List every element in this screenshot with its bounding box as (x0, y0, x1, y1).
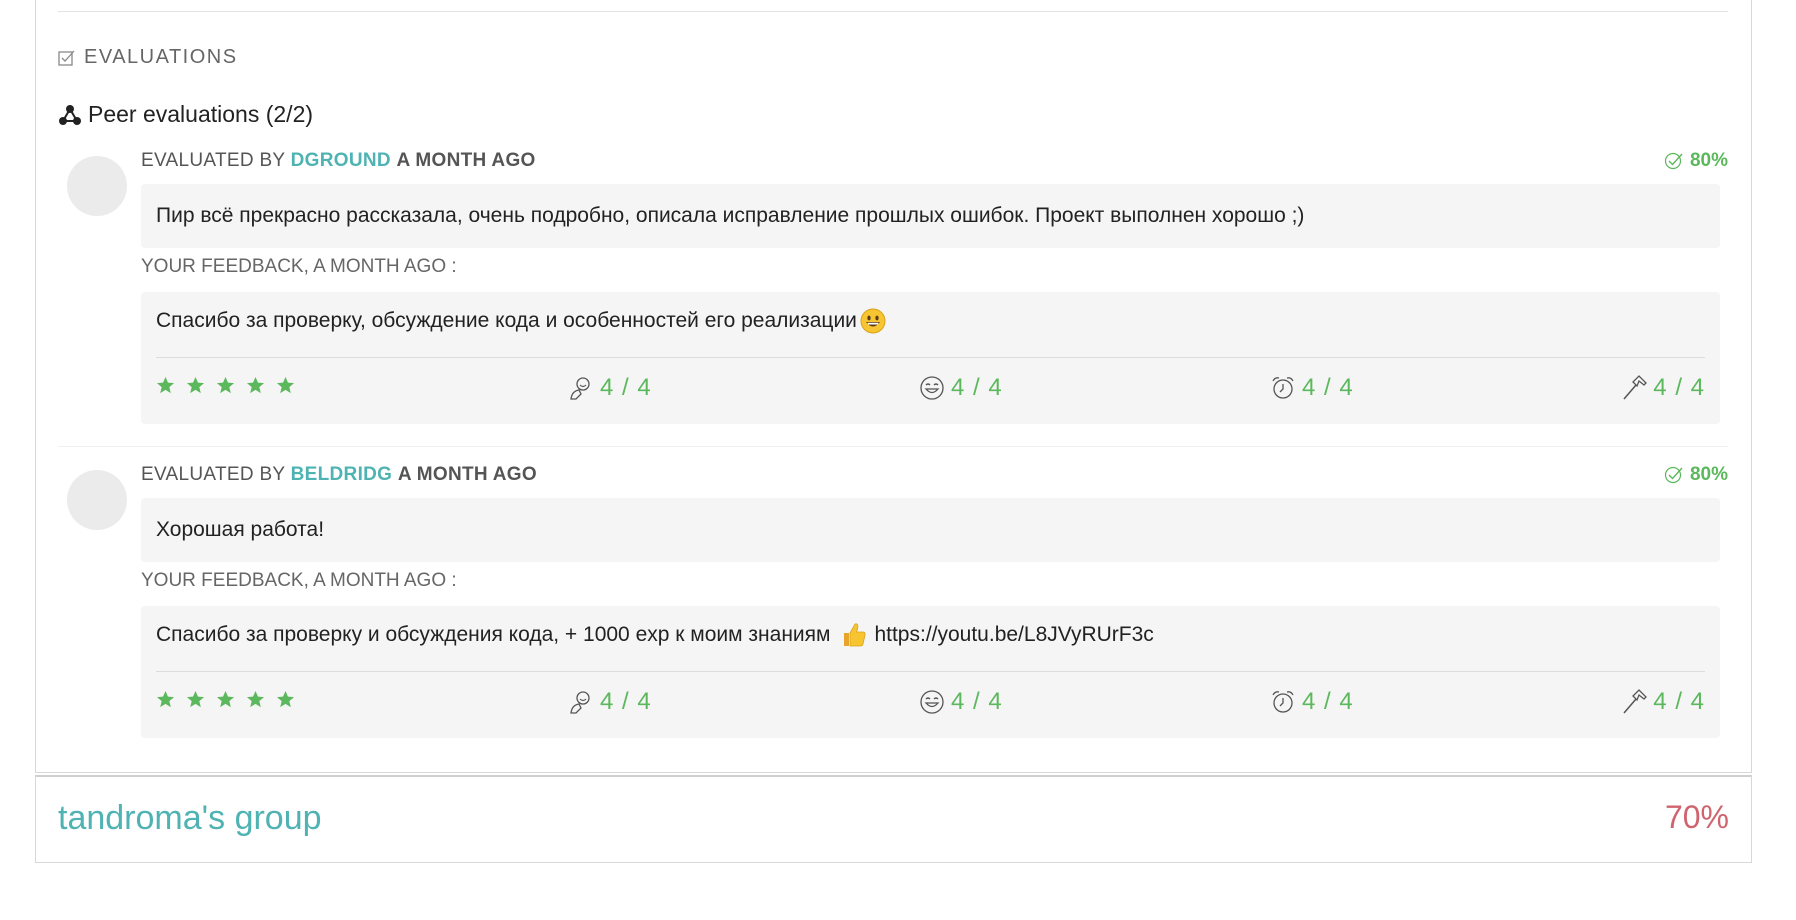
evaluator-login-link[interactable]: BELDRIDG (291, 464, 393, 485)
metric-nice: 4 / 4 (919, 688, 1003, 716)
star-icon (156, 376, 175, 394)
evaluator-login-link[interactable]: DGROUND (291, 150, 391, 171)
evaluation-grade: 80% (1664, 150, 1728, 172)
evaluator-comment: Хорошая работа! (141, 498, 1720, 562)
feedback-link[interactable]: https://youtu.be/L8JVyRUrF3c (874, 623, 1153, 647)
grinning-face-emoji (860, 308, 886, 334)
group-percent: 70% (1664, 799, 1729, 835)
feedback-box: Спасибо за проверку и обсуждения кода, +… (141, 606, 1720, 738)
thumbs-up-emoji (844, 623, 866, 647)
checkbox-icon (58, 50, 75, 66)
feedback-box: Спасибо за проверку, обсуждение кода и о… (141, 292, 1720, 424)
hammer-icon (1623, 689, 1648, 714)
grade-value: 80% (1689, 150, 1728, 171)
metric-rigor: 4 / 4 (1621, 374, 1705, 402)
section-title: EVALUATIONS (84, 46, 238, 68)
star-icon (186, 690, 205, 708)
metric-value: 4 / 4 (1653, 374, 1705, 401)
alarm-clock-icon (1272, 691, 1294, 713)
metric-value: 4 / 4 (951, 688, 1003, 715)
feedback-text: Спасибо за проверку и обсуждения кода, +… (156, 623, 831, 646)
evaluation-time: A MONTH AGO (397, 464, 537, 485)
evaluated-by-label: EVALUATED BY (141, 464, 286, 485)
peer-evaluations-title: Peer evaluations (2/2) (88, 101, 314, 127)
metric-value: 4 / 4 (600, 688, 652, 715)
evaluator-comment: Пир всё прекрасно рассказала, очень подр… (141, 184, 1720, 248)
smile-icon (920, 690, 944, 714)
metric-value: 4 / 4 (600, 374, 652, 401)
divider (156, 357, 1705, 358)
network-icon (59, 104, 81, 125)
section-header: EVALUATIONS (58, 46, 238, 69)
feedback-text-row: Спасибо за проверку и обсуждения кода, +… (156, 621, 1154, 649)
star-icon (276, 376, 295, 394)
feedback-text-row: Спасибо за проверку, обсуждение кода и о… (156, 307, 887, 335)
hammer-icon (1623, 375, 1648, 400)
star-icon (216, 376, 235, 394)
metric-punctuality: 4 / 4 (1270, 688, 1354, 716)
divider (58, 446, 1728, 447)
check-circle-icon (1664, 466, 1683, 484)
star-icon (216, 690, 235, 708)
evaluation-item: EVALUATED BY DGROUND A MONTH AGO 80% Пир… (58, 146, 1728, 446)
interest-icon (570, 377, 590, 400)
star-icon (246, 376, 265, 394)
star-icon (156, 690, 175, 708)
group-name-link[interactable]: tandroma's group (58, 799, 322, 838)
evaluation-time: A MONTH AGO (396, 150, 536, 171)
metric-interest: 4 / 4 (568, 688, 652, 716)
peer-evaluations-header: Peer evaluations (2/2) (58, 101, 313, 128)
evaluation-grade: 80% (1664, 464, 1728, 486)
evaluation-item: EVALUATED BY BELDRIDG A MONTH AGO 80% Хо… (58, 460, 1728, 745)
feedback-label: YOUR FEEDBACK, A MONTH AGO : (141, 570, 457, 591)
evaluated-by-label: EVALUATED BY (141, 150, 286, 171)
metric-value: 4 / 4 (1653, 688, 1705, 715)
star-icon (186, 376, 205, 394)
metric-nice: 4 / 4 (919, 374, 1003, 402)
star-rating (156, 376, 295, 395)
star-icon (246, 690, 265, 708)
metric-punctuality: 4 / 4 (1270, 374, 1354, 402)
metric-rigor: 4 / 4 (1621, 688, 1705, 716)
metric-value: 4 / 4 (1302, 374, 1354, 401)
evaluation-header: EVALUATED BY BELDRIDG A MONTH AGO (141, 464, 537, 486)
metric-interest: 4 / 4 (568, 374, 652, 402)
divider (156, 671, 1705, 672)
divider (58, 11, 1728, 12)
metric-value: 4 / 4 (1302, 688, 1354, 715)
interest-icon (570, 691, 590, 714)
evaluation-header: EVALUATED BY DGROUND A MONTH AGO (141, 150, 536, 172)
check-circle-icon (1664, 152, 1683, 170)
avatar[interactable] (67, 156, 127, 216)
feedback-label: YOUR FEEDBACK, A MONTH AGO : (141, 256, 457, 277)
avatar[interactable] (67, 470, 127, 530)
feedback-text: Спасибо за проверку, обсуждение кода и о… (156, 309, 857, 332)
star-rating (156, 690, 295, 709)
star-icon (276, 690, 295, 708)
group-bar[interactable]: tandroma's group 70% (35, 775, 1752, 863)
grade-value: 80% (1689, 464, 1728, 485)
alarm-clock-icon (1272, 377, 1294, 399)
smile-icon (920, 376, 944, 400)
metric-value: 4 / 4 (951, 374, 1003, 401)
